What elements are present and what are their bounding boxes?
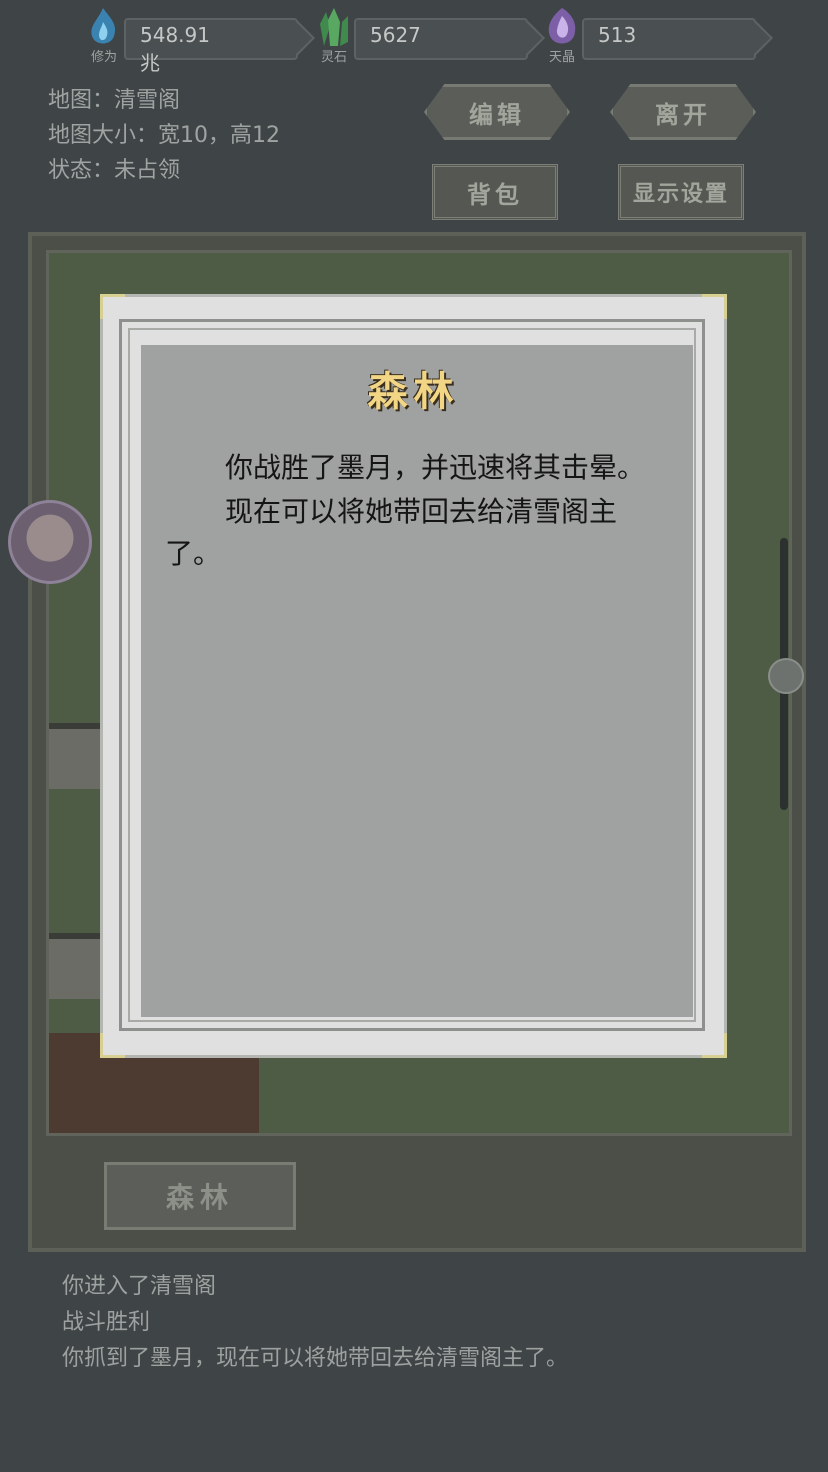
- map-size: 地图大小：宽10，高12: [48, 123, 280, 148]
- dialog-body: 你战胜了墨月，并迅速将其击晕。 现在可以将她带回去给清雪阁主了。: [165, 447, 653, 577]
- map-name: 地图：清雪阁: [48, 88, 181, 113]
- edit-button[interactable]: 编辑: [424, 84, 570, 140]
- event-dialog[interactable]: 森林 你战胜了墨月，并迅速将其击晕。 现在可以将她带回去给清雪阁主了。: [100, 294, 727, 1058]
- log-line: 你抓到了墨月，现在可以将她带回去给清雪阁主了。: [62, 1346, 569, 1371]
- log-line: 战斗胜利: [62, 1310, 151, 1335]
- corner-ornament: [100, 1033, 125, 1058]
- corner-ornament: [100, 294, 125, 319]
- avatar[interactable]: [8, 500, 92, 584]
- map-wall-tile: [49, 933, 107, 999]
- corner-ornament: [702, 294, 727, 319]
- dialog-paragraph: 你战胜了墨月，并迅速将其击晕。: [225, 451, 646, 484]
- dialog-paragraph: 现在可以将她带回去给清雪阁主了。: [165, 495, 618, 570]
- zoom-slider-knob[interactable]: [768, 658, 804, 694]
- green-crystal-icon: [320, 8, 348, 46]
- location-button[interactable]: 森林: [104, 1162, 296, 1230]
- map-wall-tile: [49, 723, 107, 789]
- display-settings-button[interactable]: 显示设置: [618, 164, 744, 220]
- blue-flame-icon: [91, 8, 116, 44]
- purple-crystal-icon: [548, 8, 576, 44]
- dialog-paper: [141, 345, 693, 1017]
- map-status: 状态：未占领: [48, 158, 181, 183]
- bag-button[interactable]: 背包: [432, 164, 558, 220]
- log-line: 你进入了清雪阁: [62, 1274, 217, 1299]
- dialog-title: 森林: [367, 368, 460, 415]
- leave-button[interactable]: 离开: [610, 84, 756, 140]
- corner-ornament: [702, 1033, 727, 1058]
